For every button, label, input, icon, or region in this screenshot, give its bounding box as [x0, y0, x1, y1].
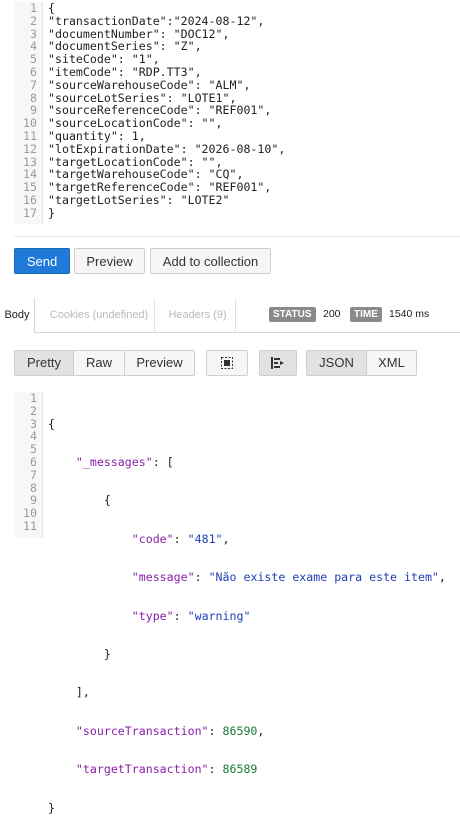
square-target-icon: [221, 357, 233, 369]
line-number: 7: [30, 467, 37, 482]
line-number: 16: [23, 192, 37, 207]
response-line: {: [103, 493, 111, 508]
tab-body[interactable]: Body: [0, 298, 35, 333]
line-number: 8: [30, 90, 37, 105]
line-number: 2: [30, 403, 37, 418]
line-number: 4: [30, 429, 37, 444]
time-badge: TIME: [350, 307, 382, 322]
response-line: {: [48, 416, 55, 431]
xml-format-button[interactable]: XML: [366, 350, 417, 376]
line-number: 5: [30, 52, 37, 67]
tab-headers[interactable]: Headers (9): [160, 298, 236, 332]
raw-button[interactable]: Raw: [73, 350, 125, 376]
line-number: 8: [30, 480, 37, 495]
line-number: 3: [30, 26, 37, 41]
tab-cookies[interactable]: Cookies (undefined): [44, 298, 155, 332]
response-line: "targetTransaction": 86589: [75, 762, 258, 777]
response-line: "message": "Não existe exame para este i…: [131, 570, 446, 585]
editor-divider: [14, 236, 460, 237]
wrap-lines-icon: [271, 357, 284, 369]
response-body-viewer: { "_messages": [ { "code": "481", "messa…: [48, 392, 446, 827]
request-line: }: [48, 205, 55, 220]
response-line: "_messages": [: [75, 454, 174, 469]
line-number: 5: [30, 442, 37, 457]
line-number: 1: [30, 391, 37, 405]
pretty-button[interactable]: Pretty: [14, 350, 74, 376]
response-line-numbers: 1 2 3 4 5 6 7 8 9 10 11: [14, 392, 43, 538]
line-number: 7: [30, 77, 37, 92]
line-number: 3: [30, 416, 37, 431]
add-to-collection-button[interactable]: Add to collection: [150, 248, 271, 274]
response-line: }: [48, 800, 55, 815]
request-line: "transactionDate":"2024-08-12",: [48, 13, 265, 28]
response-line: "code": "481",: [131, 531, 230, 546]
line-number: 2: [30, 13, 37, 28]
line-number: 17: [23, 205, 37, 220]
wrap-lines-button[interactable]: [259, 350, 297, 376]
status-badge: STATUS: [269, 307, 316, 322]
request-body-editor[interactable]: {"transactionDate":"2024-08-12", "documen…: [48, 2, 285, 220]
line-number: 1: [30, 1, 37, 15]
line-number: 11: [23, 128, 37, 143]
preview-button[interactable]: Preview: [74, 248, 145, 274]
request-line: {: [48, 1, 55, 15]
line-number: 6: [30, 454, 37, 469]
request-line: "quantity": 1,: [48, 128, 146, 143]
response-line: "type": "warning": [131, 608, 251, 623]
time-value: 1540 ms: [389, 308, 430, 320]
status-value: 200: [323, 308, 341, 320]
preview-response-button[interactable]: Preview: [124, 350, 195, 376]
line-number: 11: [23, 518, 37, 533]
request-line: "itemCode": "RDP.TT3",: [48, 64, 202, 79]
copy-response-button[interactable]: [206, 350, 248, 376]
line-number: 4: [30, 39, 37, 54]
response-tab-bar: Body Cookies (undefined) Headers (9) STA…: [0, 298, 460, 333]
request-line: "lotExpirationDate": "2026-08-10",: [48, 141, 286, 156]
request-line-numbers: 1 2 3 4 5 6 7 8 9 10 11 12 13 14 15 16 17: [14, 2, 43, 224]
response-line: }: [103, 646, 111, 661]
line-number: 6: [30, 64, 37, 79]
response-line: "sourceTransaction": 86590,: [75, 723, 265, 738]
response-line: ],: [75, 685, 90, 700]
json-format-button[interactable]: JSON: [306, 350, 367, 376]
request-line: "targetLotSeries": "LOTE2": [48, 192, 230, 207]
request-line: "sourceWarehouseCode": "ALM",: [48, 77, 251, 92]
line-number: 12: [23, 141, 37, 156]
send-button[interactable]: Send: [14, 248, 70, 274]
